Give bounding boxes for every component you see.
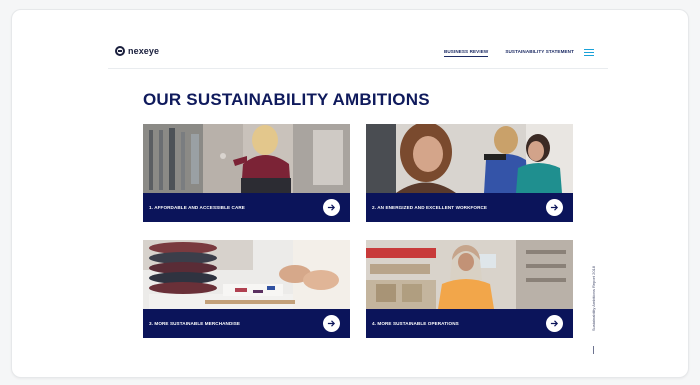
ambition-card-merchandise[interactable]: 3. MORE SUSTAINABLE MERCHANDISE [143,240,350,338]
card-photo-care [143,124,350,193]
card-label: 4. MORE SUSTAINABLE OPERATIONS [372,321,459,326]
arrow-right-icon[interactable] [323,315,340,332]
card-photo-merchandise [143,240,350,309]
brand-logo[interactable]: nexeye [115,46,159,56]
arrow-right-icon[interactable] [546,315,563,332]
webpage: nexeye BUSINESS REVIEW SUSTAINABILITY ST… [108,38,608,354]
top-navigation-bar: nexeye BUSINESS REVIEW SUSTAINABILITY ST… [108,38,608,69]
nav-link-sustainability-statement[interactable]: SUSTAINABILITY STATEMENT [505,49,574,57]
logo-icon [115,46,125,56]
card-bar: 2. AN ENERGIZED AND EXCELLENT WORKFORCE [366,193,573,222]
card-label: 1. AFFORDABLE AND ACCESSIBLE CARE [149,205,245,210]
hamburger-menu-icon[interactable] [584,49,594,56]
card-photo-workforce [366,124,573,193]
main-nav: BUSINESS REVIEW SUSTAINABILITY STATEMENT [443,49,574,57]
ambition-card-workforce[interactable]: 2. AN ENERGIZED AND EXCELLENT WORKFORCE [366,124,573,222]
side-divider [593,346,594,354]
card-bar: 1. AFFORDABLE AND ACCESSIBLE CARE [143,193,350,222]
brand-name: nexeye [128,46,160,56]
arrow-right-icon[interactable] [546,199,563,216]
ambition-card-operations[interactable]: 4. MORE SUSTAINABLE OPERATIONS [366,240,573,338]
side-caption: Sustainability Ambitions Report 2018 [591,266,596,332]
nav-link-business-review[interactable]: BUSINESS REVIEW [443,49,489,57]
card-photo-operations [366,240,573,309]
card-bar: 3. MORE SUSTAINABLE MERCHANDISE [143,309,350,338]
card-label: 2. AN ENERGIZED AND EXCELLENT WORKFORCE [372,205,488,210]
page-title: OUR SUSTAINABILITY AMBITIONS [143,90,430,109]
card-bar: 4. MORE SUSTAINABLE OPERATIONS [366,309,573,338]
arrow-right-icon[interactable] [323,199,340,216]
card-label: 3. MORE SUSTAINABLE MERCHANDISE [149,321,241,326]
ambition-card-affordable-care[interactable]: 1. AFFORDABLE AND ACCESSIBLE CARE [143,124,350,222]
